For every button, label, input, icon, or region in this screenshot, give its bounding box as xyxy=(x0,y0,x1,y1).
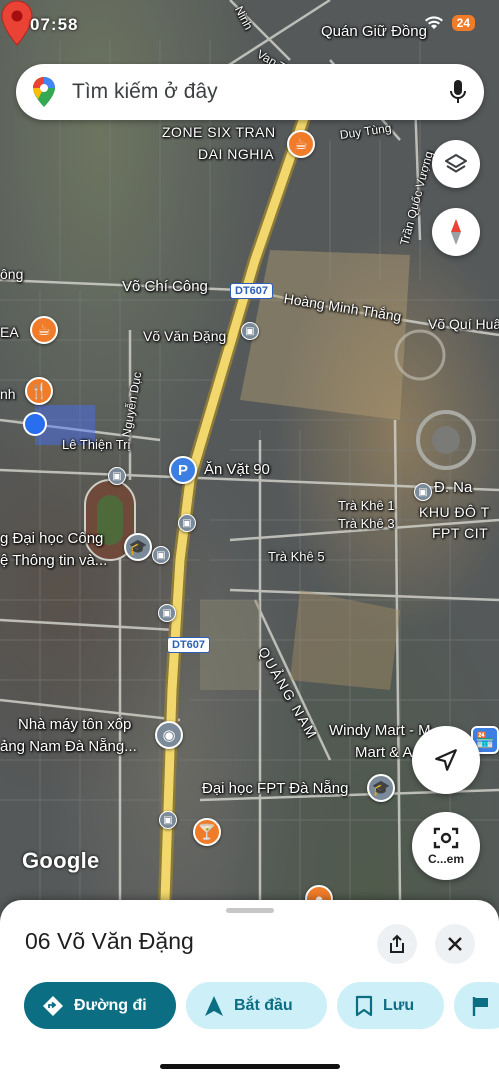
layers-button[interactable] xyxy=(432,140,480,188)
bus-stop-icon[interactable]: ▣ xyxy=(108,467,126,485)
place-marker-icon[interactable]: ◉ xyxy=(155,721,183,749)
status-time: 07:58 xyxy=(30,15,79,34)
home-indicator xyxy=(160,1064,340,1069)
place-bottom-sheet[interactable]: 06 Võ Văn Đặng Đường đi Bắt đầu Lưu xyxy=(0,900,499,1080)
map-label[interactable]: Windy Mart - M xyxy=(329,722,431,739)
compass-icon xyxy=(451,219,461,245)
road-shield: DT607 xyxy=(167,637,211,653)
status-bar: 07:58 24 xyxy=(0,0,499,56)
map-label[interactable]: g Đại học Công xyxy=(0,530,103,547)
flag-icon xyxy=(472,996,488,1016)
bus-stop-icon[interactable]: ▣ xyxy=(178,514,196,532)
restaurant-icon[interactable]: 🍴 xyxy=(25,377,53,405)
layers-icon xyxy=(445,154,467,173)
road-shield: DT607 xyxy=(230,283,274,299)
battery-indicator: 24 xyxy=(451,15,475,31)
maps-logo-icon xyxy=(16,64,72,120)
my-location-button[interactable] xyxy=(412,726,480,794)
map-label: Võ Quí Huân xyxy=(428,316,499,332)
label-button[interactable] xyxy=(454,982,499,1029)
directions-icon xyxy=(43,995,63,1016)
microphone-icon[interactable] xyxy=(432,64,484,120)
google-watermark: Google xyxy=(22,848,100,873)
map-label: Võ Văn Đặng xyxy=(143,328,227,344)
map-label[interactable]: EA xyxy=(0,324,19,340)
bus-stop-icon[interactable]: ▣ xyxy=(414,483,432,501)
map-label: ông xyxy=(0,266,24,282)
search-bar[interactable]: Tìm kiếm ở đây xyxy=(16,64,484,120)
map-label[interactable]: Nhà máy tôn xốp xyxy=(18,716,131,733)
start-label: Bắt đầu xyxy=(234,996,293,1014)
parking-icon[interactable]: P xyxy=(169,456,197,484)
map-label[interactable]: ảng Nam Đà Nẵng... xyxy=(0,738,137,755)
map-label[interactable]: KHU ĐÔ T xyxy=(419,504,490,520)
map-label: Lê Thiện Trị xyxy=(62,437,131,452)
school-icon[interactable]: 🎓 xyxy=(367,774,395,802)
map-label[interactable]: ệ Thông tin và... xyxy=(0,552,107,569)
bus-stop-icon[interactable]: ▣ xyxy=(159,811,177,829)
directions-button[interactable]: Đường đi xyxy=(24,982,176,1029)
map-label: Võ Chí Công xyxy=(122,278,208,295)
search-input[interactable]: Tìm kiếm ở đây xyxy=(72,80,432,104)
map-label: Trà Khê 1 xyxy=(338,498,395,513)
bus-stop-icon[interactable]: ▣ xyxy=(241,322,259,340)
compass-button[interactable] xyxy=(432,208,480,256)
close-button[interactable] xyxy=(435,924,475,964)
cafe-icon[interactable]: ☕ xyxy=(287,130,315,158)
camera-lens-icon xyxy=(433,827,459,849)
map-label[interactable]: Ăn Vặt 90 xyxy=(204,461,270,478)
map-label[interactable]: DAI NGHIA xyxy=(198,146,274,162)
current-location-dot xyxy=(23,412,47,436)
save-button[interactable]: Lưu xyxy=(337,982,444,1029)
share-button[interactable] xyxy=(377,924,417,964)
save-label: Lưu xyxy=(383,996,415,1014)
map-label[interactable]: ZONE SIX TRAN xyxy=(162,124,276,140)
place-title: 06 Võ Văn Đặng xyxy=(25,928,194,954)
lens-button[interactable]: C...em xyxy=(412,812,480,880)
wifi-icon xyxy=(424,16,443,29)
action-chips: Đường đi Bắt đầu Lưu xyxy=(24,982,499,1029)
lens-label: C...em xyxy=(427,852,464,866)
close-icon xyxy=(448,937,462,951)
directions-label: Đường đi xyxy=(74,996,147,1014)
bus-stop-icon[interactable]: ▣ xyxy=(152,546,170,564)
map-label: Đ. Na xyxy=(434,479,473,496)
sheet-drag-handle[interactable] xyxy=(226,908,274,913)
bus-stop-icon[interactable]: ▣ xyxy=(158,604,176,622)
start-button[interactable]: Bắt đầu xyxy=(186,982,327,1029)
map-label[interactable]: Đại học FPT Đà Nẵng xyxy=(202,780,348,797)
navigation-arrow-icon xyxy=(435,749,457,771)
cafe-icon[interactable]: ☕ xyxy=(30,316,58,344)
map-label[interactable]: FPT CIT xyxy=(432,525,488,541)
navigation-start-icon xyxy=(205,995,223,1016)
status-icons: 24 xyxy=(424,15,475,31)
map-label: Trà Khê 3 xyxy=(338,516,395,531)
map-label: Trà Khê 5 xyxy=(268,549,325,564)
map-label[interactable]: nh xyxy=(0,386,16,402)
bookmark-icon xyxy=(355,995,373,1016)
share-icon xyxy=(390,934,404,953)
school-icon[interactable]: 🎓 xyxy=(124,533,152,561)
bar-icon[interactable]: 🍸 xyxy=(193,818,221,846)
